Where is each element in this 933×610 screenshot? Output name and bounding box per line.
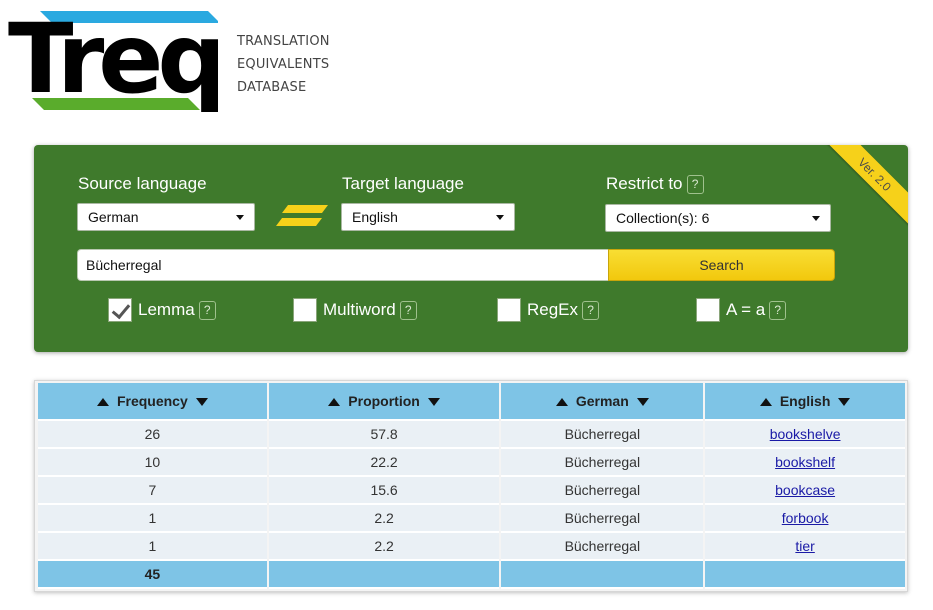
- collections-value: Collection(s): 6: [616, 210, 710, 226]
- results-table: Frequency Proportion German English 26 5…: [36, 383, 907, 589]
- logo-subtitle-line: EQUIVALENTS: [237, 57, 330, 72]
- source-language-select[interactable]: German: [77, 203, 255, 231]
- restrict-to-text: Restrict to: [606, 174, 683, 193]
- english-cell: bookshelve: [705, 421, 905, 449]
- case-insensitive-option[interactable]: A = a ?: [696, 298, 787, 322]
- logo-subtitle-line: DATABASE: [237, 80, 307, 95]
- chevron-down-icon: [812, 216, 820, 221]
- sort-ascending-icon[interactable]: [328, 398, 341, 407]
- source-language-value: German: [88, 209, 139, 225]
- table-row: 1 2.2 Bücherregal forbook: [38, 505, 905, 533]
- german-cell: Bücherregal: [501, 449, 704, 477]
- case-insensitive-label: A = a: [726, 300, 766, 319]
- total-row: 45: [38, 561, 905, 589]
- target-language-select[interactable]: English: [341, 203, 515, 231]
- sort-ascending-icon[interactable]: [555, 398, 568, 407]
- english-cell: forbook: [705, 505, 905, 533]
- logo-graphic: Treq: [8, 6, 218, 115]
- proportion-cell: 2.2: [268, 533, 500, 561]
- proportion-cell: 57.8: [268, 421, 500, 449]
- total-empty-cell: [501, 561, 704, 589]
- translation-link[interactable]: bookshelf: [775, 454, 835, 470]
- regex-label: RegEx: [527, 300, 579, 319]
- column-header-english[interactable]: English: [705, 383, 905, 421]
- english-cell: tier: [705, 533, 905, 561]
- svg-text:Treq: Treq: [8, 6, 218, 115]
- total-empty-cell: [268, 561, 500, 589]
- english-cell: bookshelf: [705, 449, 905, 477]
- frequency-cell: 1: [38, 533, 267, 561]
- search-input[interactable]: [77, 249, 609, 281]
- collections-select[interactable]: Collection(s): 6: [605, 204, 831, 232]
- column-header-label: Proportion: [348, 393, 420, 409]
- lemma-option[interactable]: Lemma ?: [108, 298, 216, 322]
- results-table-container: Frequency Proportion German English 26 5…: [34, 380, 908, 592]
- multiword-help-icon[interactable]: ?: [399, 300, 417, 320]
- proportion-cell: 15.6: [268, 477, 500, 505]
- multiword-label: Multiword: [323, 300, 396, 319]
- translation-link[interactable]: tier: [795, 538, 814, 554]
- proportion-cell: 22.2: [268, 449, 500, 477]
- treq-logo[interactable]: Treq: [8, 6, 218, 116]
- column-header-german[interactable]: German: [501, 383, 704, 421]
- logo-subtitle-line: TRANSLATION: [237, 34, 330, 49]
- column-header-frequency[interactable]: Frequency: [38, 383, 267, 421]
- total-empty-cell: [705, 561, 905, 589]
- german-cell: Bücherregal: [501, 477, 704, 505]
- table-header-row: Frequency Proportion German English: [38, 383, 905, 421]
- german-cell: Bücherregal: [501, 421, 704, 449]
- multiword-checkbox[interactable]: [293, 298, 317, 322]
- frequency-cell: 7: [38, 477, 267, 505]
- restrict-help-icon[interactable]: ?: [686, 175, 704, 195]
- case-insensitive-checkbox[interactable]: [696, 298, 720, 322]
- translation-link[interactable]: bookcase: [775, 482, 835, 498]
- table-row: 10 22.2 Bücherregal bookshelf: [38, 449, 905, 477]
- restrict-to-label: Restrict to?: [606, 174, 704, 195]
- chevron-down-icon: [496, 215, 504, 220]
- column-header-label: Frequency: [116, 393, 188, 409]
- target-language-label: Target language: [342, 174, 464, 193]
- sort-ascending-icon[interactable]: [96, 398, 109, 407]
- swap-languages-icon[interactable]: [274, 203, 330, 229]
- version-ribbon: Ver. 2.0: [825, 145, 908, 227]
- regex-option[interactable]: RegEx ?: [497, 298, 600, 322]
- sort-descending-icon[interactable]: [636, 398, 649, 407]
- source-language-label: Source language: [78, 174, 207, 193]
- lemma-label: Lemma: [138, 300, 195, 319]
- regex-checkbox[interactable]: [497, 298, 521, 322]
- german-cell: Bücherregal: [501, 505, 704, 533]
- search-button[interactable]: Search: [608, 249, 835, 281]
- column-header-proportion[interactable]: Proportion: [268, 383, 500, 421]
- table-row: 7 15.6 Bücherregal bookcase: [38, 477, 905, 505]
- translation-link[interactable]: forbook: [782, 510, 829, 526]
- sort-descending-icon[interactable]: [838, 398, 851, 407]
- logo-subtitle: TRANSLATION EQUIVALENTS DATABASE: [237, 30, 330, 99]
- translation-link[interactable]: bookshelve: [770, 426, 841, 442]
- sort-ascending-icon[interactable]: [759, 398, 772, 407]
- target-language-value: English: [352, 209, 398, 225]
- table-row: 26 57.8 Bücherregal bookshelve: [38, 421, 905, 449]
- frequency-cell: 10: [38, 449, 267, 477]
- chevron-down-icon: [236, 215, 244, 220]
- frequency-cell: 26: [38, 421, 267, 449]
- lemma-checkbox[interactable]: [108, 298, 132, 322]
- case-insensitive-help-icon[interactable]: ?: [769, 300, 787, 320]
- sort-descending-icon[interactable]: [427, 398, 440, 407]
- search-panel: Ver. 2.0 Source language German Target l…: [34, 145, 908, 352]
- sort-descending-icon[interactable]: [195, 398, 208, 407]
- total-frequency-cell: 45: [38, 561, 267, 589]
- table-row: 1 2.2 Bücherregal tier: [38, 533, 905, 561]
- lemma-help-icon[interactable]: ?: [198, 300, 216, 320]
- frequency-cell: 1: [38, 505, 267, 533]
- regex-help-icon[interactable]: ?: [582, 300, 600, 320]
- proportion-cell: 2.2: [268, 505, 500, 533]
- german-cell: Bücherregal: [501, 533, 704, 561]
- column-header-label: English: [779, 393, 831, 409]
- column-header-label: German: [575, 393, 629, 409]
- multiword-option[interactable]: Multiword ?: [293, 298, 417, 322]
- english-cell: bookcase: [705, 477, 905, 505]
